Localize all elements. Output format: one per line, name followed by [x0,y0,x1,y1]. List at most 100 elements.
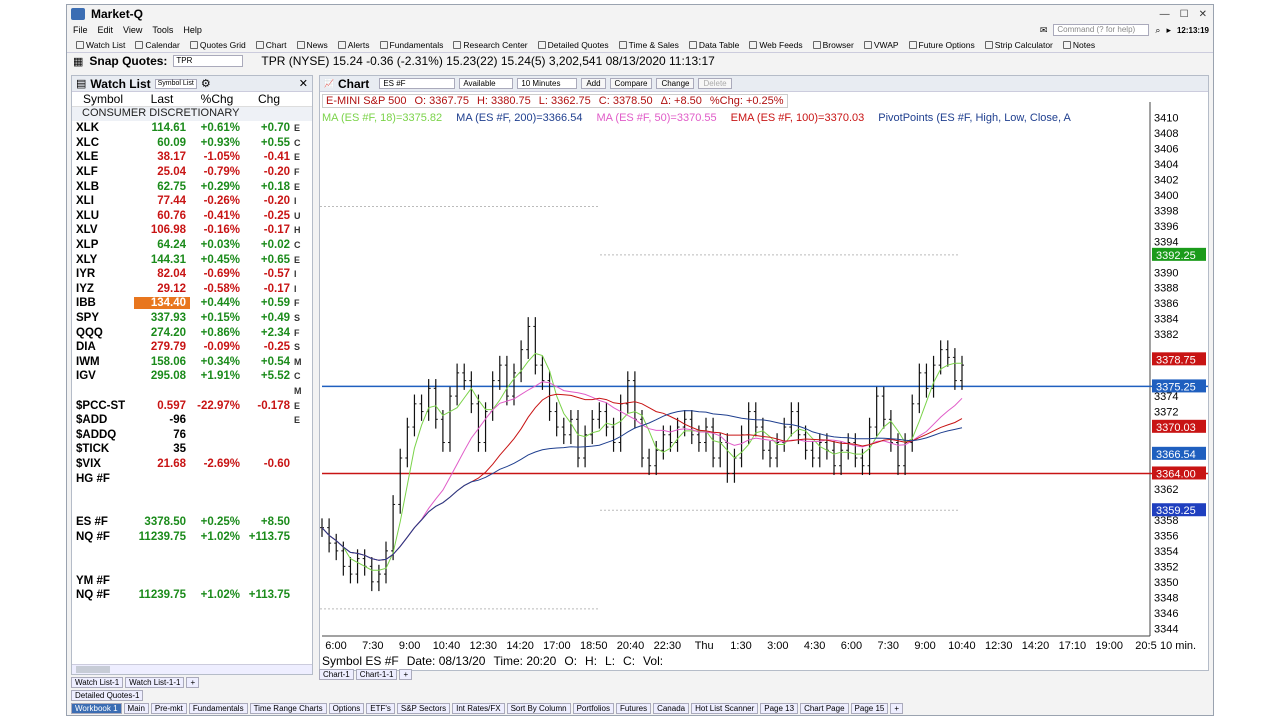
table-row[interactable]: XLY 144.31 +0.45% +0.65 E [72,252,312,267]
toolbar-vwap[interactable]: VWAP [861,40,902,50]
table-row[interactable]: $ADD -96 E [72,413,312,428]
menu-view[interactable]: View [123,25,142,35]
table-row[interactable]: ES #F 3378.50 +0.25% +8.50 [72,515,312,530]
toolbar-chart[interactable]: Chart [253,40,290,50]
column-chg[interactable]: Chg [244,92,294,106]
column-symbol[interactable]: Symbol [72,92,134,106]
table-row[interactable]: XLE 38.17 -1.05% -0.41 E [72,150,312,165]
indicator-label[interactable]: MA (ES #F, 200)=3366.54 [456,112,582,124]
toolbar-research-center[interactable]: Research Center [450,40,530,50]
table-row[interactable] [72,559,312,574]
table-row[interactable]: XLI 77.44 -0.26% -0.20 I [72,194,312,209]
table-row[interactable]: HG #F [72,471,312,486]
page-tab-sort-by-column[interactable]: Sort By Column [506,703,571,714]
table-row[interactable] [72,544,312,559]
toolbar-fundamentals[interactable]: Fundamentals [377,40,447,50]
table-row[interactable]: IYR 82.04 -0.69% -0.57 I [72,267,312,282]
table-row[interactable]: XLV 106.98 -0.16% -0.17 H [72,223,312,238]
toolbar-future-options[interactable]: Future Options [906,40,978,50]
column-last[interactable]: Last [134,92,190,106]
toolbar-quotes-grid[interactable]: Quotes Grid [187,40,249,50]
table-row[interactable]: $ADDQ 76 [72,427,312,442]
add-tab-icon[interactable]: + [186,677,200,688]
column-chg[interactable]: %Chg [190,92,244,106]
table-row[interactable]: IGV 295.08 +1.91% +5.52 C [72,369,312,384]
toolbar-notes[interactable]: Notes [1060,40,1098,50]
page-tab-hot-list-scanner[interactable]: Hot List Scanner [691,703,759,714]
table-row[interactable]: XLK 114.61 +0.61% +0.70 E [72,121,312,136]
toolbar-alerts[interactable]: Alerts [335,40,373,50]
command-input[interactable]: Command (? for help) [1053,24,1150,36]
toolbar-watch-list[interactable]: Watch List [73,40,128,50]
page-tab-options[interactable]: Options [328,703,365,714]
close-icon[interactable]: ✕ [1199,9,1207,20]
table-row[interactable]: SPY 337.93 +0.15% +0.49 S [72,311,312,326]
menu-edit[interactable]: Edit [98,25,114,35]
page-tab-futures[interactable]: Futures [615,703,652,714]
maximize-icon[interactable]: ☐ [1180,9,1189,20]
table-row[interactable]: YM #F [72,573,312,588]
table-row[interactable]: DIA 279.79 -0.09% -0.25 S [72,340,312,355]
tab-detailed-quotes[interactable]: Detailed Quotes-1 [71,690,144,701]
table-row[interactable]: $VIX 21.68 -2.69% -0.60 [72,457,312,472]
add-page-icon[interactable]: + [890,703,904,714]
watch-list-hscroll[interactable] [72,664,312,674]
page-tab-page-13[interactable]: Page 13 [760,703,799,714]
toolbar-calendar[interactable]: Calendar [132,40,183,50]
page-tab-fundamentals[interactable]: Fundamentals [188,703,248,714]
tab-chart-1-1[interactable]: Chart-1-1 [355,669,398,680]
table-row[interactable]: $TICK 35 [72,442,312,457]
table-row[interactable]: IBB 134.40 +0.44% +0.59 F [72,296,312,311]
toolbar-detailed-quotes[interactable]: Detailed Quotes [535,40,612,50]
menu-file[interactable]: File [73,25,88,35]
table-row[interactable]: XLF 25.04 -0.79% -0.20 F [72,165,312,180]
table-row[interactable]: M [72,384,312,399]
menu-tools[interactable]: Tools [152,25,173,35]
symbol-list-button[interactable]: Symbol List [154,78,197,89]
table-row[interactable]: XLP 64.24 +0.03% +0.02 C [72,238,312,253]
page-tab-etf-s[interactable]: ETF's [366,703,395,714]
page-tab-pre-mkt[interactable]: Pre-mkt [150,703,187,714]
workbook-tab[interactable]: Workbook 1 [71,703,122,714]
indicator-label[interactable]: MA (ES #F, 50)=3370.55 [596,112,716,124]
table-row[interactable]: IYZ 29.12 -0.58% -0.17 I [72,282,312,297]
play-icon[interactable]: ▸ [1166,25,1171,36]
table-row[interactable]: XLU 60.76 -0.41% -0.25 U [72,209,312,224]
table-row[interactable]: NQ #F 11239.75 +1.02% +113.75 [72,588,312,603]
tab-chart-1[interactable]: Chart-1 [319,669,354,680]
minimize-icon[interactable]: — [1160,9,1170,20]
toolbar-web-feeds[interactable]: Web Feeds [746,40,805,50]
table-row[interactable]: IWM 158.06 +0.34% +0.54 M [72,355,312,370]
page-tab-chart-page[interactable]: Chart Page [800,703,849,714]
tab-watch-list-1[interactable]: Watch List-1 [71,677,124,688]
table-row[interactable]: QQQ 274.20 +0.86% +2.34 F [72,325,312,340]
search-icon[interactable]: ⌕ [1155,25,1160,36]
table-row[interactable] [72,500,312,515]
page-tab-portfolios[interactable]: Portfolios [572,703,614,714]
indicator-label[interactable]: EMA (ES #F, 100)=3370.03 [731,112,865,124]
toolbar-strip-calculator[interactable]: Strip Calculator [982,40,1056,50]
table-row[interactable]: NQ #F 11239.75 +1.02% +113.75 [72,530,312,545]
page-tab-int-rates-fx[interactable]: Int Rates/FX [452,703,505,714]
indicator-label[interactable]: PivotPoints (ES #F, High, Low, Close, A [878,112,1071,124]
page-tab-time-range-charts[interactable]: Time Range Charts [249,703,327,714]
page-tab-main[interactable]: Main [123,703,149,714]
table-row[interactable] [72,486,312,501]
chart-plot[interactable]: 3410 3408 3406 3404 3402 3400 3398 3396 3394 3390… [320,76,1210,672]
toolbar-time-sales[interactable]: Time & Sales [616,40,682,50]
mail-icon[interactable]: ✉ [1040,25,1048,36]
table-row[interactable]: XLB 62.75 +0.29% +0.18 E [72,179,312,194]
menu-help[interactable]: Help [183,25,202,35]
table-row[interactable]: $PCC-ST 0.597 -22.97% -0.178 E [72,398,312,413]
settings-icon[interactable]: ⚙ [201,77,211,90]
page-tab-page-15[interactable]: Page 15 [850,703,889,714]
indicator-label[interactable]: MA (ES #F, 18)=3375.82 [322,112,442,124]
scroll-thumb[interactable] [76,666,110,673]
snap-quotes-input[interactable]: TPR [173,55,244,67]
toolbar-data-table[interactable]: Data Table [686,40,742,50]
page-tab-canada[interactable]: Canada [653,703,690,714]
page-tab-s-p-sectors[interactable]: S&P Sectors [396,703,451,714]
table-row[interactable]: XLC 60.09 +0.93% +0.55 C [72,136,312,151]
toolbar-browser[interactable]: Browser [810,40,857,50]
close-panel-icon[interactable]: ✕ [299,77,312,90]
